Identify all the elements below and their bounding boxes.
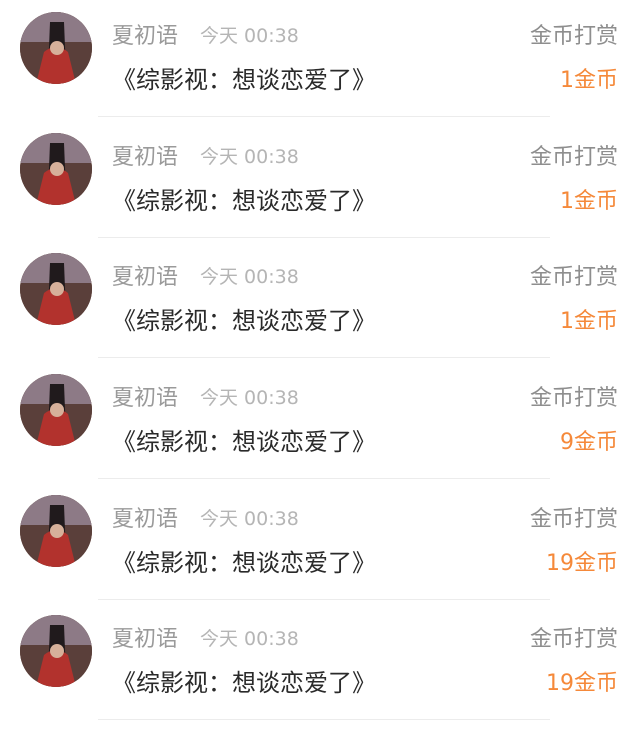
user-name: 夏初语 bbox=[112, 386, 179, 411]
row-divider bbox=[98, 237, 550, 238]
reward-record-item[interactable]: 夏初语 今天 00:38 金币打赏 《综影视：想谈恋爱了》 19金币 bbox=[0, 603, 640, 723]
user-avatar[interactable] bbox=[20, 615, 92, 687]
user-avatar[interactable] bbox=[20, 133, 92, 205]
reward-time: 今天 00:38 bbox=[200, 146, 299, 168]
book-title: 《综影视：想谈恋爱了》 bbox=[112, 66, 376, 94]
reward-type-label: 金币打赏 bbox=[529, 24, 618, 49]
row-divider bbox=[98, 357, 550, 358]
reward-amount: 19金币 bbox=[546, 551, 618, 576]
reward-amount: 1金币 bbox=[560, 189, 618, 214]
row-divider bbox=[98, 116, 550, 117]
user-avatar[interactable] bbox=[20, 253, 92, 325]
reward-type-label: 金币打赏 bbox=[529, 145, 618, 170]
user-avatar[interactable] bbox=[20, 374, 92, 446]
reward-time: 今天 00:38 bbox=[200, 266, 299, 288]
book-title: 《综影视：想谈恋爱了》 bbox=[112, 549, 376, 577]
user-avatar[interactable] bbox=[20, 12, 92, 84]
book-title: 《综影视：想谈恋爱了》 bbox=[112, 307, 376, 335]
reward-record-item[interactable]: 夏初语 今天 00:38 金币打赏 《综影视：想谈恋爱了》 1金币 bbox=[0, 0, 640, 120]
row-divider bbox=[98, 478, 550, 479]
avatar-image-icon bbox=[20, 615, 92, 687]
reward-record-item[interactable]: 夏初语 今天 00:38 金币打赏 《综影视：想谈恋爱了》 9金币 bbox=[0, 362, 640, 482]
book-title: 《综影视：想谈恋爱了》 bbox=[112, 428, 376, 456]
reward-time: 今天 00:38 bbox=[200, 387, 299, 409]
reward-record-item[interactable]: 夏初语 今天 00:38 金币打赏 《综影视：想谈恋爱了》 1金币 bbox=[0, 241, 640, 361]
reward-record-item[interactable]: 夏初语 今天 00:38 金币打赏 《综影视：想谈恋爱了》 19金币 bbox=[0, 483, 640, 603]
reward-amount: 1金币 bbox=[560, 309, 618, 334]
user-name: 夏初语 bbox=[112, 24, 179, 49]
avatar-image-icon bbox=[20, 495, 92, 567]
reward-amount: 19金币 bbox=[546, 671, 618, 696]
reward-amount: 9金币 bbox=[560, 430, 618, 455]
reward-record-list: 夏初语 今天 00:38 金币打赏 《综影视：想谈恋爱了》 1金币 夏初语 今天… bbox=[0, 0, 640, 733]
reward-type-label: 金币打赏 bbox=[529, 627, 618, 652]
avatar-image-icon bbox=[20, 253, 92, 325]
reward-type-label: 金币打赏 bbox=[529, 265, 618, 290]
reward-time: 今天 00:38 bbox=[200, 25, 299, 47]
user-name: 夏初语 bbox=[112, 145, 179, 170]
user-avatar[interactable] bbox=[20, 495, 92, 567]
book-title: 《综影视：想谈恋爱了》 bbox=[112, 669, 376, 697]
avatar-image-icon bbox=[20, 12, 92, 84]
user-name: 夏初语 bbox=[112, 265, 179, 290]
user-name: 夏初语 bbox=[112, 627, 179, 652]
book-title: 《综影视：想谈恋爱了》 bbox=[112, 187, 376, 215]
reward-amount: 1金币 bbox=[560, 68, 618, 93]
row-divider bbox=[98, 599, 550, 600]
reward-record-item[interactable]: 夏初语 今天 00:38 金币打赏 《综影视：想谈恋爱了》 1金币 bbox=[0, 121, 640, 241]
reward-type-label: 金币打赏 bbox=[529, 507, 618, 532]
avatar-image-icon bbox=[20, 374, 92, 446]
reward-type-label: 金币打赏 bbox=[529, 386, 618, 411]
reward-time: 今天 00:38 bbox=[200, 508, 299, 530]
avatar-image-icon bbox=[20, 133, 92, 205]
row-divider bbox=[98, 719, 550, 720]
reward-time: 今天 00:38 bbox=[200, 628, 299, 650]
user-name: 夏初语 bbox=[112, 507, 179, 532]
